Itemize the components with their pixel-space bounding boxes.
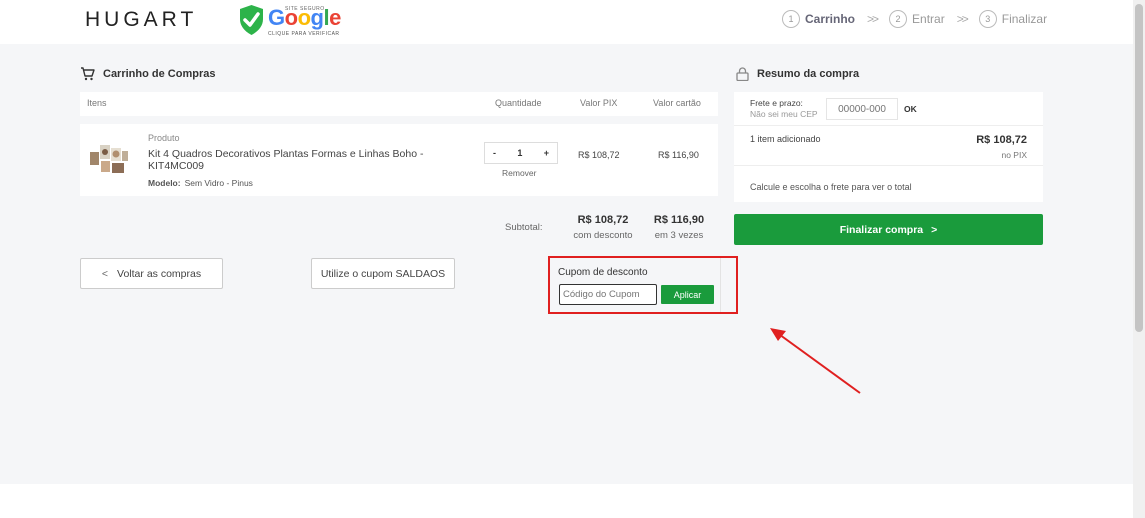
- summary-total-note: no PIX: [1001, 150, 1027, 160]
- page-scrollbar[interactable]: [1133, 0, 1145, 518]
- remove-link[interactable]: Remover: [502, 168, 536, 178]
- model-label: Modelo:: [148, 178, 181, 188]
- step-login: 2 Entrar >>: [889, 10, 979, 28]
- top-bar: HUGART SITE SEGURO Google CLIQUE PARA VE…: [0, 0, 1145, 44]
- step-number: 2: [889, 10, 908, 28]
- qty-increase-button[interactable]: +: [544, 148, 549, 158]
- col-quantity: Quantidade: [495, 98, 542, 108]
- freight-calc-note: Calcule e escolha o frete para ver o tot…: [750, 182, 912, 192]
- seal-brand: Google: [268, 5, 341, 30]
- brand-logo[interactable]: HUGART: [85, 8, 197, 32]
- freight-row: Frete e prazo: Não sei meu CEP OK: [734, 92, 1043, 126]
- items-row: 1 item adicionado R$ 108,72 no PIX: [734, 126, 1043, 166]
- summary-title: Resumo da compra: [736, 67, 859, 81]
- shield-check-icon: [240, 5, 263, 35]
- chevron-double-right-icon: >>: [867, 12, 879, 26]
- chevron-left-icon: <: [101, 267, 109, 280]
- scrollbar-thumb[interactable]: [1135, 4, 1143, 332]
- cep-ok-button[interactable]: OK: [904, 104, 917, 114]
- summary-title-text: Resumo da compra: [757, 68, 860, 80]
- back-to-shopping-button[interactable]: < Voltar as compras: [80, 258, 223, 289]
- order-summary: Frete e prazo: Não sei meu CEP OK 1 item…: [734, 92, 1043, 202]
- items-added: 1 item adicionado: [750, 134, 821, 144]
- seal-bottom-text: CLIQUE PARA VERIFICAR: [268, 31, 340, 37]
- product-kicker: Produto: [148, 133, 180, 143]
- step-label: Entrar: [912, 12, 945, 26]
- chevron-right-icon: >: [931, 223, 938, 236]
- footer: [0, 484, 1133, 518]
- step-number: 3: [978, 10, 997, 28]
- coupon-input[interactable]: [559, 284, 657, 305]
- product-thumbnail[interactable]: [90, 142, 130, 176]
- qty-value[interactable]: 1: [517, 148, 522, 158]
- col-items: Itens: [87, 98, 107, 108]
- table-row: Produto Kit 4 Quadros Decorativos Planta…: [80, 124, 718, 196]
- google-safe-site-seal[interactable]: SITE SEGURO Google CLIQUE PARA VERIFICAR: [238, 4, 348, 38]
- annotation-arrow-icon: [770, 328, 861, 394]
- cart-title: Carrinho de Compras: [80, 67, 215, 81]
- price-card: R$ 116,90: [658, 150, 699, 160]
- product-name[interactable]: Kit 4 Quadros Decorativos Plantas Formas…: [148, 148, 448, 172]
- cart-table-header: Itens Quantidade Valor PIX Valor cartão: [80, 92, 718, 116]
- lock-icon: [736, 67, 749, 81]
- coupon-section: Cupom de desconto Aplicar: [550, 258, 721, 312]
- chevron-double-right-icon: >>: [956, 12, 969, 26]
- col-pix: Valor PIX: [580, 98, 618, 108]
- step-cart: 1 Carrinho >>: [782, 10, 889, 28]
- step-finish: 3 Finalizar: [978, 10, 1048, 28]
- price-pix: R$ 108,72: [578, 150, 620, 160]
- shopping-cart-icon: [81, 67, 95, 81]
- unknown-cep-link[interactable]: Não sei meu CEP: [750, 109, 818, 119]
- subtotal-pix: R$ 108,72: [577, 214, 629, 226]
- apply-coupon-button[interactable]: Aplicar: [661, 285, 714, 304]
- product-model: Modelo: Sem Vidro - Pinus: [148, 178, 253, 188]
- subtotal-pix-note: com desconto: [573, 230, 633, 241]
- qty-decrease-button[interactable]: -: [493, 148, 496, 158]
- summary-total: R$ 108,72: [976, 134, 1027, 146]
- checkout-steps: 1 Carrinho >> 2 Entrar >> 3 Finalizar: [782, 10, 1047, 28]
- coupon-label: Cupom de desconto: [558, 267, 648, 278]
- back-to-shopping-label: Voltar as compras: [117, 267, 202, 280]
- step-label: Finalizar: [1001, 12, 1048, 26]
- freight-label: Frete e prazo:: [750, 98, 803, 108]
- finalize-purchase-button[interactable]: Finalizar compra >: [734, 214, 1043, 245]
- subtotal-label: Subtotal:: [505, 222, 543, 233]
- step-label: Carrinho: [805, 12, 856, 26]
- step-number: 1: [782, 10, 800, 28]
- cep-input[interactable]: [826, 98, 898, 120]
- quantity-stepper: - 1 +: [484, 142, 558, 164]
- coupon-section-highlight: Cupom de desconto Aplicar: [548, 256, 738, 314]
- col-card: Valor cartão: [653, 98, 701, 108]
- model-value: Sem Vidro - Pinus: [184, 178, 253, 188]
- finalize-label: Finalizar compra: [839, 223, 924, 236]
- cart-title-text: Carrinho de Compras: [103, 68, 216, 80]
- coupon-hint-button[interactable]: Utilize o cupom SALDAOS: [311, 258, 455, 289]
- subtotal-card: R$ 116,90: [653, 214, 705, 226]
- subtotal-card-note: em 3 vezes: [654, 230, 704, 241]
